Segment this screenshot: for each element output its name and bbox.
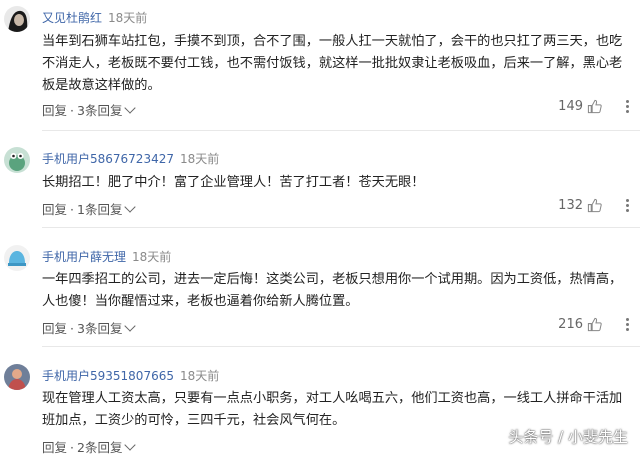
avatar-image (4, 6, 30, 32)
thumbs-up-icon (587, 317, 602, 332)
separator-dot: · (70, 321, 74, 336)
like-button[interactable]: 132 (558, 198, 602, 213)
reply-button[interactable]: 回复 (42, 103, 67, 118)
replies-count: 3条回复 (77, 321, 123, 336)
comment-header: 手机用户58676723427 18天前 (42, 150, 219, 167)
more-vertical-icon[interactable] (624, 100, 630, 113)
comment-actions: 回复 · 1条回复 (42, 199, 137, 218)
comment-time: 18天前 (108, 11, 148, 25)
avatar-image (4, 147, 30, 173)
more-vertical-icon[interactable] (624, 199, 630, 212)
comment-time: 18天前 (179, 369, 220, 383)
like-count: 216 (558, 317, 583, 332)
comment-header: 又见杜鹃红 18天前 (42, 9, 147, 26)
separator-dot: · (70, 202, 74, 217)
like-button[interactable]: 149 (558, 99, 602, 114)
separator-dot: · (70, 103, 74, 118)
avatar[interactable] (4, 6, 30, 32)
comment-time: 18天前 (179, 152, 220, 166)
comment-actions: 回复 · 3条回复 (42, 100, 137, 119)
avatar-image (4, 245, 30, 271)
avatar[interactable] (4, 147, 30, 173)
username-link[interactable]: 手机用户59351807665 (42, 369, 174, 383)
watermark: 头条号 / 小斐先生 (508, 428, 628, 446)
chevron-down-icon (124, 201, 137, 213)
comment-time: 18天前 (132, 250, 172, 264)
avatar[interactable] (4, 364, 30, 390)
comment-actions: 回复 · 2条回复 (42, 437, 137, 456)
more-vertical-icon[interactable] (624, 318, 630, 331)
like-count: 132 (558, 198, 583, 213)
reply-button[interactable]: 回复 (42, 440, 67, 455)
view-replies-button[interactable]: 2条回复 (77, 439, 137, 455)
thumbs-up-icon (587, 99, 602, 114)
like-count: 149 (558, 99, 583, 114)
comment-text: 长期招工！肥了中介！富了企业管理人！苦了打工者！苍天无眼！ (42, 175, 425, 190)
replies-count: 2条回复 (77, 440, 123, 455)
username-link[interactable]: 手机用户58676723427 (42, 152, 174, 166)
replies-count: 3条回复 (77, 103, 123, 118)
replies-count: 1条回复 (77, 202, 123, 217)
comment-header: 手机用户薛无理 18天前 (42, 248, 171, 265)
view-replies-button[interactable]: 3条回复 (77, 102, 137, 118)
reply-button[interactable]: 回复 (42, 321, 67, 336)
avatar[interactable] (4, 245, 30, 271)
chevron-down-icon (124, 320, 137, 332)
comment-text: 一年四季招工的公司，进去一定后悔！这类公司，老板只想用你一个试用期。因为工资低，… (42, 272, 623, 309)
username-link[interactable]: 又见杜鹃红 (42, 11, 102, 25)
avatar-image (4, 364, 30, 390)
chevron-down-icon (124, 102, 137, 114)
comment-text: 当年到石狮车站扛包，手摸不到顶，合不了围，一般人扛一天就怕了，会干的也只扛了两三… (42, 34, 623, 93)
view-replies-button[interactable]: 1条回复 (77, 201, 137, 217)
separator-dot: · (70, 440, 74, 455)
comment-header: 手机用户59351807665 18天前 (42, 367, 219, 384)
view-replies-button[interactable]: 3条回复 (77, 320, 137, 336)
comment-item: 又见杜鹃红 18天前 当年到石狮车站扛包，手摸不到顶，合不了围，一般人扛一天就怕了… (0, 0, 640, 130)
like-button[interactable]: 216 (558, 317, 602, 332)
comment-item: 手机用户薛无理 18天前 一年四季招工的公司，进去一定后悔！这类公司，老板只想用你… (0, 228, 640, 346)
comment-actions: 回复 · 3条回复 (42, 318, 137, 337)
comment-item: 手机用户58676723427 18天前 长期招工！肥了中介！富了企业管理人！苦了… (0, 131, 640, 226)
thumbs-up-icon (587, 198, 602, 213)
chevron-down-icon (124, 439, 137, 451)
username-link[interactable]: 手机用户薛无理 (42, 250, 126, 264)
reply-button[interactable]: 回复 (42, 202, 67, 217)
